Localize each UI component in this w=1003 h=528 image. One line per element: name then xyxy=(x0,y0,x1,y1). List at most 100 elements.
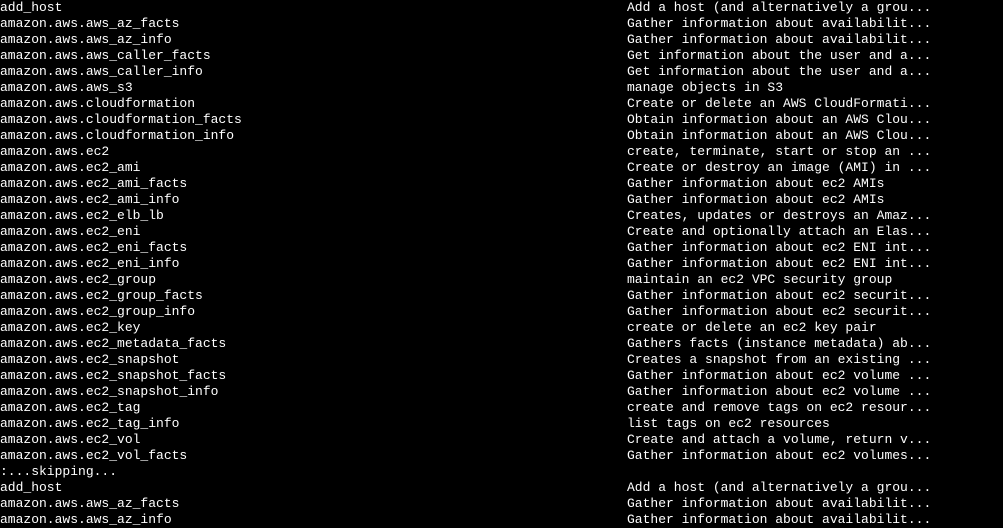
module-name: amazon.aws.aws_caller_facts xyxy=(0,48,627,64)
module-name: amazon.aws.ec2_snapshot_facts xyxy=(0,368,627,384)
module-name: amazon.aws.ec2 xyxy=(0,144,627,160)
module-description: Obtain information about an AWS Clou... xyxy=(627,112,1003,128)
output-line: amazon.aws.ec2_elb_lbCreates, updates or… xyxy=(0,208,1003,224)
module-name: :...skipping... xyxy=(0,464,627,480)
module-name: amazon.aws.ec2_group xyxy=(0,272,627,288)
output-line: add_hostAdd a host (and alternatively a … xyxy=(0,0,1003,16)
module-description xyxy=(627,464,1003,480)
module-description: Gather information about availabilit... xyxy=(627,16,1003,32)
output-line: amazon.aws.ec2_metadata_factsGathers fac… xyxy=(0,336,1003,352)
module-name: amazon.aws.ec2_tag xyxy=(0,400,627,416)
output-line: amazon.aws.aws_az_infoGather information… xyxy=(0,32,1003,48)
module-description: Gather information about availabilit... xyxy=(627,512,1003,528)
module-description: Gather information about availabilit... xyxy=(627,496,1003,512)
output-line: amazon.aws.aws_caller_infoGet informatio… xyxy=(0,64,1003,80)
module-name: add_host xyxy=(0,0,627,16)
module-name: amazon.aws.cloudformation_facts xyxy=(0,112,627,128)
output-line: amazon.aws.ec2_eni_infoGather informatio… xyxy=(0,256,1003,272)
module-name: amazon.aws.ec2_tag_info xyxy=(0,416,627,432)
module-name: amazon.aws.ec2_metadata_facts xyxy=(0,336,627,352)
module-name: amazon.aws.cloudformation xyxy=(0,96,627,112)
output-line: amazon.aws.ec2_volCreate and attach a vo… xyxy=(0,432,1003,448)
module-name: amazon.aws.aws_az_info xyxy=(0,32,627,48)
output-line: amazon.aws.ec2_eni_factsGather informati… xyxy=(0,240,1003,256)
output-line: amazon.aws.ec2_amiCreate or destroy an i… xyxy=(0,160,1003,176)
module-description: Gather information about ec2 AMIs xyxy=(627,176,1003,192)
output-line: add_hostAdd a host (and alternatively a … xyxy=(0,480,1003,496)
module-name: amazon.aws.ec2_elb_lb xyxy=(0,208,627,224)
module-name: amazon.aws.aws_s3 xyxy=(0,80,627,96)
module-name: amazon.aws.aws_caller_info xyxy=(0,64,627,80)
output-line: amazon.aws.ec2_snapshot_infoGather infor… xyxy=(0,384,1003,400)
output-line: amazon.aws.cloudformation_infoObtain inf… xyxy=(0,128,1003,144)
output-line: amazon.aws.ec2_eniCreate and optionally … xyxy=(0,224,1003,240)
module-description: Gather information about availabilit... xyxy=(627,32,1003,48)
module-name: amazon.aws.ec2_group_facts xyxy=(0,288,627,304)
output-line: :...skipping... xyxy=(0,464,1003,480)
module-name: amazon.aws.ec2_vol_facts xyxy=(0,448,627,464)
module-description: Gather information about ec2 AMIs xyxy=(627,192,1003,208)
output-line: amazon.aws.ec2create, terminate, start o… xyxy=(0,144,1003,160)
module-name: add_host xyxy=(0,480,627,496)
output-line: amazon.aws.aws_s3manage objects in S3 xyxy=(0,80,1003,96)
module-description: Creates, updates or destroys an Amaz... xyxy=(627,208,1003,224)
module-description: Get information about the user and a... xyxy=(627,48,1003,64)
output-line: amazon.aws.ec2_group_infoGather informat… xyxy=(0,304,1003,320)
output-line: amazon.aws.ec2_ami_infoGather informatio… xyxy=(0,192,1003,208)
module-description: Gather information about ec2 ENI int... xyxy=(627,256,1003,272)
module-description: Create or destroy an image (AMI) in ... xyxy=(627,160,1003,176)
module-description: Obtain information about an AWS Clou... xyxy=(627,128,1003,144)
module-name: amazon.aws.ec2_ami_info xyxy=(0,192,627,208)
module-description: Gathers facts (instance metadata) ab... xyxy=(627,336,1003,352)
output-line: amazon.aws.ec2_tagcreate and remove tags… xyxy=(0,400,1003,416)
module-description: Gather information about ec2 volume ... xyxy=(627,384,1003,400)
output-line: amazon.aws.aws_caller_factsGet informati… xyxy=(0,48,1003,64)
module-name: amazon.aws.ec2_snapshot xyxy=(0,352,627,368)
module-name: amazon.aws.ec2_ami xyxy=(0,160,627,176)
output-line: amazon.aws.aws_az_factsGather informatio… xyxy=(0,16,1003,32)
module-description: manage objects in S3 xyxy=(627,80,1003,96)
output-line: amazon.aws.aws_az_factsGather informatio… xyxy=(0,496,1003,512)
module-name: amazon.aws.aws_az_facts xyxy=(0,496,627,512)
module-name: amazon.aws.cloudformation_info xyxy=(0,128,627,144)
output-line: amazon.aws.ec2_groupmaintain an ec2 VPC … xyxy=(0,272,1003,288)
module-name: amazon.aws.ec2_eni xyxy=(0,224,627,240)
module-name: amazon.aws.ec2_key xyxy=(0,320,627,336)
module-name: amazon.aws.aws_az_facts xyxy=(0,16,627,32)
module-description: Get information about the user and a... xyxy=(627,64,1003,80)
output-line: amazon.aws.ec2_vol_factsGather informati… xyxy=(0,448,1003,464)
terminal-output[interactable]: add_hostAdd a host (and alternatively a … xyxy=(0,0,1003,528)
output-line: amazon.aws.ec2_ami_factsGather informati… xyxy=(0,176,1003,192)
module-description: Gather information about ec2 volumes... xyxy=(627,448,1003,464)
module-description: Create or delete an AWS CloudFormati... xyxy=(627,96,1003,112)
module-description: list tags on ec2 resources xyxy=(627,416,1003,432)
module-description: Gather information about ec2 securit... xyxy=(627,288,1003,304)
output-line: amazon.aws.cloudformationCreate or delet… xyxy=(0,96,1003,112)
module-description: maintain an ec2 VPC security group xyxy=(627,272,1003,288)
module-description: create or delete an ec2 key pair xyxy=(627,320,1003,336)
output-line: amazon.aws.ec2_keycreate or delete an ec… xyxy=(0,320,1003,336)
module-description: Gather information about ec2 volume ... xyxy=(627,368,1003,384)
output-line: amazon.aws.ec2_tag_infolist tags on ec2 … xyxy=(0,416,1003,432)
output-line: amazon.aws.ec2_snapshotCreates a snapsho… xyxy=(0,352,1003,368)
module-name: amazon.aws.ec2_snapshot_info xyxy=(0,384,627,400)
module-description: Add a host (and alternatively a grou... xyxy=(627,480,1003,496)
module-description: Create and optionally attach an Elas... xyxy=(627,224,1003,240)
output-line: amazon.aws.ec2_group_factsGather informa… xyxy=(0,288,1003,304)
output-line: amazon.aws.cloudformation_factsObtain in… xyxy=(0,112,1003,128)
module-description: Create and attach a volume, return v... xyxy=(627,432,1003,448)
module-description: Add a host (and alternatively a grou... xyxy=(627,0,1003,16)
module-name: amazon.aws.aws_az_info xyxy=(0,512,627,528)
module-description: Gather information about ec2 securit... xyxy=(627,304,1003,320)
module-description: create, terminate, start or stop an ... xyxy=(627,144,1003,160)
module-name: amazon.aws.ec2_eni_info xyxy=(0,256,627,272)
module-name: amazon.aws.ec2_ami_facts xyxy=(0,176,627,192)
module-name: amazon.aws.ec2_eni_facts xyxy=(0,240,627,256)
output-line: amazon.aws.ec2_snapshot_factsGather info… xyxy=(0,368,1003,384)
module-description: Gather information about ec2 ENI int... xyxy=(627,240,1003,256)
output-line: amazon.aws.aws_az_infoGather information… xyxy=(0,512,1003,528)
module-name: amazon.aws.ec2_group_info xyxy=(0,304,627,320)
module-name: amazon.aws.ec2_vol xyxy=(0,432,627,448)
module-description: create and remove tags on ec2 resour... xyxy=(627,400,1003,416)
module-description: Creates a snapshot from an existing ... xyxy=(627,352,1003,368)
